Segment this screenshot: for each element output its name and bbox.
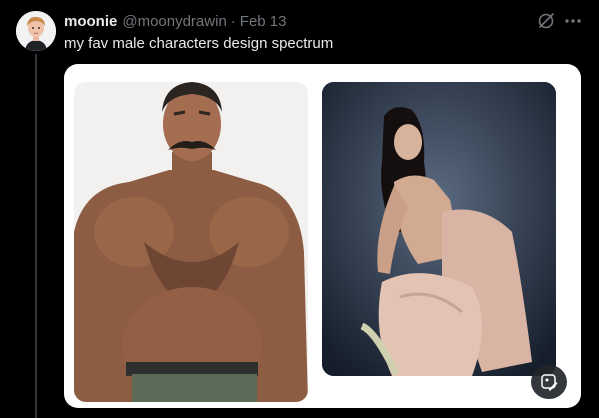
avatar[interactable]	[16, 11, 56, 51]
separator-dot: ·	[230, 12, 236, 30]
media-card[interactable]	[64, 64, 581, 408]
muscular-man-illustration	[74, 82, 308, 402]
tweet-text: my fav male characters design spectrum	[64, 35, 334, 52]
photo-left[interactable]	[74, 82, 308, 402]
slender-man-illustration	[322, 82, 556, 376]
thread-line	[35, 54, 37, 418]
edit-image-icon	[541, 374, 558, 391]
tweet-header: moonie @moonydrawin · Feb 13	[64, 11, 286, 31]
avatar-portrait	[16, 11, 56, 51]
photo-right[interactable]	[322, 82, 556, 376]
display-name[interactable]: moonie	[64, 13, 117, 30]
grok-slash-icon	[538, 13, 554, 29]
more-options-button[interactable]	[563, 12, 583, 30]
edit-image-button[interactable]	[531, 365, 567, 399]
more-dots-icon	[565, 19, 581, 23]
user-handle[interactable]: @moonydrawin	[122, 13, 226, 30]
grok-button[interactable]	[537, 12, 555, 30]
tweet-date[interactable]: Feb 13	[240, 13, 287, 30]
